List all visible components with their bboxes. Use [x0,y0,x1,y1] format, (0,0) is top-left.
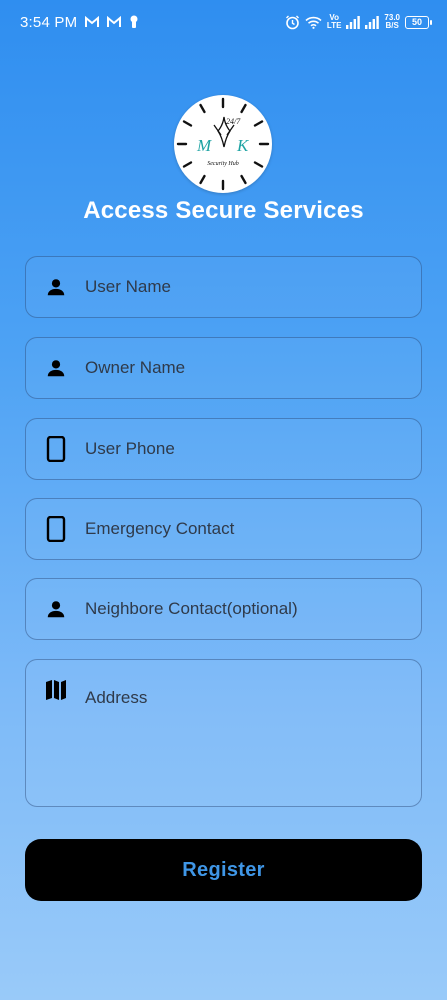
person-icon [44,597,68,621]
alarm-icon [285,15,300,30]
status-right: Vo LTE 73.0 B/S 50 [285,14,432,30]
battery-level: 50 [411,17,422,27]
wifi-icon [305,16,322,29]
owner-name-placeholder: Owner Name [85,358,186,377]
emergency-contact-field[interactable]: Emergency Contact [25,498,422,560]
status-bar: 3:54 PM Vo LTE 73.0 B/S 50 [0,0,447,44]
neighbor-contact-field[interactable]: Neighbore Contact(optional) [25,578,422,640]
logo-bottom-text: Security Hub [207,161,239,167]
gmail-icon [107,16,122,28]
status-time: 3:54 PM [20,13,78,31]
user-name-field[interactable]: User Name [25,256,422,318]
logo-letter-left: M [196,136,212,155]
app-logo: 24/7 M K Security Hub [174,95,272,193]
address-field[interactable]: Address [25,659,422,807]
gmail-icon [85,16,100,28]
page-title: Access Secure Services [83,197,364,224]
map-icon [44,678,68,702]
neighbor-contact-placeholder: Neighbore Contact(optional) [85,599,298,618]
signal-icon [346,15,361,29]
person-icon [44,275,68,299]
keyhole-icon [129,15,139,29]
volte-indicator: Vo LTE [327,14,342,30]
battery-icon: 50 [405,15,432,29]
register-button[interactable]: Register [25,839,422,901]
address-placeholder: Address [85,688,148,707]
user-phone-placeholder: User Phone [85,439,175,458]
logo-letter-right: K [236,136,250,155]
user-name-placeholder: User Name [85,277,171,296]
status-left: 3:54 PM [20,14,139,31]
net-speed: 73.0 B/S [384,14,400,30]
emergency-contact-placeholder: Emergency Contact [85,519,235,538]
volte-bottom: LTE [326,21,342,30]
phone-icon [44,516,68,542]
signal-icon [365,15,380,29]
phone-icon [44,436,68,462]
net-speed-unit: B/S [385,21,399,30]
owner-name-field[interactable]: Owner Name [25,337,422,399]
person-icon [44,356,68,380]
user-phone-field[interactable]: User Phone [25,418,422,480]
logo-top-text: 24/7 [226,117,241,126]
